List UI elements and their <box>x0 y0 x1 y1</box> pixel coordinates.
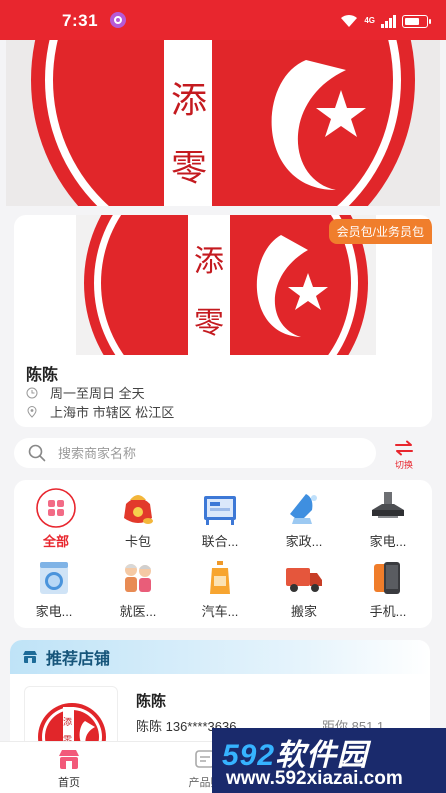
grid-icon <box>36 488 76 528</box>
store-hours: 周一至周日 全天 <box>26 383 145 402</box>
search-input[interactable] <box>58 445 338 461</box>
office-icon <box>200 488 240 528</box>
home-icon <box>59 750 79 769</box>
location-pin-icon <box>27 405 37 418</box>
category-grid: 全部 卡包 联合... 家政... 家电... 家电... 就医... 汽车..… <box>14 480 432 628</box>
switch-button[interactable]: 切换 <box>386 440 422 474</box>
elderly-icon <box>118 558 158 598</box>
search-icon <box>28 444 46 462</box>
wifi-icon <box>341 14 358 27</box>
rec-logo-char-1: 添 <box>63 717 72 727</box>
shop-icon <box>23 651 37 663</box>
category-moving[interactable]: 搬家 <box>264 558 344 628</box>
top-banner[interactable]: 添 零 <box>6 40 440 206</box>
gift-bag-icon <box>118 488 158 528</box>
store-address-text: 上海市 市辖区 松江区 <box>50 405 175 420</box>
category-medical[interactable]: 就医... <box>98 558 178 628</box>
truck-icon <box>284 558 324 598</box>
status-time: 7:31 <box>62 11 99 30</box>
store-card[interactable]: 添 零 会员包/业务员包 陈陈 周一至周日 全天 上海市 市辖区 松江区 <box>14 215 432 427</box>
tab-label: 首页 <box>58 777 80 789</box>
recommend-store-name: 陈陈 <box>136 693 167 710</box>
category-card-pack[interactable]: 卡包 <box>98 488 178 558</box>
category-label: 就医... <box>119 604 157 619</box>
brand-logo-icon: 添 零 <box>6 40 440 206</box>
store-logo-char-2: 零 <box>194 307 224 340</box>
status-bar: 7:31 4G <box>0 0 446 40</box>
category-label: 卡包 <box>124 534 151 549</box>
status-indicators: 4G <box>340 13 431 29</box>
member-tag[interactable]: 会员包/业务员包 <box>328 219 432 244</box>
category-joint-office[interactable]: 联合... <box>180 488 260 558</box>
battery-icon <box>402 14 431 28</box>
store-address: 上海市 市辖区 松江区 <box>26 402 174 421</box>
tab-home[interactable]: 首页 <box>24 748 114 790</box>
banner-logo-char-2: 零 <box>171 148 207 188</box>
category-housekeeping[interactable]: 家政... <box>264 488 344 558</box>
store-logo-char-1: 添 <box>194 245 224 278</box>
category-label: 全部 <box>42 534 69 549</box>
category-label: 联合... <box>201 534 239 549</box>
store-name: 陈陈 <box>26 367 59 384</box>
category-all[interactable]: 全部 <box>16 488 96 558</box>
category-label: 家电... <box>369 534 407 549</box>
notification-icon <box>110 12 126 28</box>
category-label: 家电... <box>35 604 73 619</box>
switch-label: 切换 <box>394 460 413 470</box>
recommend-title: 推荐店铺 <box>46 651 111 668</box>
category-label: 家政... <box>285 534 323 549</box>
clock-icon <box>26 387 38 398</box>
search-bar[interactable] <box>14 438 376 468</box>
category-phone[interactable]: 手机... <box>348 558 428 628</box>
category-appliance-2[interactable]: 家电... <box>14 558 94 628</box>
cleaning-icon <box>284 488 324 528</box>
car-care-icon <box>200 558 240 598</box>
watermark-url: www.592xiazai.com <box>226 768 403 789</box>
washing-machine-icon <box>34 558 74 598</box>
category-label: 汽车... <box>201 604 239 619</box>
category-label: 手机... <box>369 604 407 619</box>
network-type: 4G <box>364 16 375 25</box>
store-hours-text: 周一至周日 全天 <box>50 386 145 401</box>
category-appliance-1[interactable]: 家电... <box>348 488 428 558</box>
watermark: 592软件园 www.592xiazai.com <box>212 728 446 793</box>
app-screen: { "status_bar": { "time": "7:31", "netwo… <box>0 0 446 793</box>
category-car[interactable]: 汽车... <box>180 558 260 628</box>
range-hood-icon <box>368 488 408 528</box>
banner-logo-char-1: 添 <box>171 80 207 120</box>
category-label: 搬家 <box>290 604 317 619</box>
recommend-header: 推荐店铺 <box>10 640 430 674</box>
signal-icon <box>381 14 396 28</box>
swap-icon <box>395 440 413 456</box>
phone-icon <box>368 558 408 598</box>
